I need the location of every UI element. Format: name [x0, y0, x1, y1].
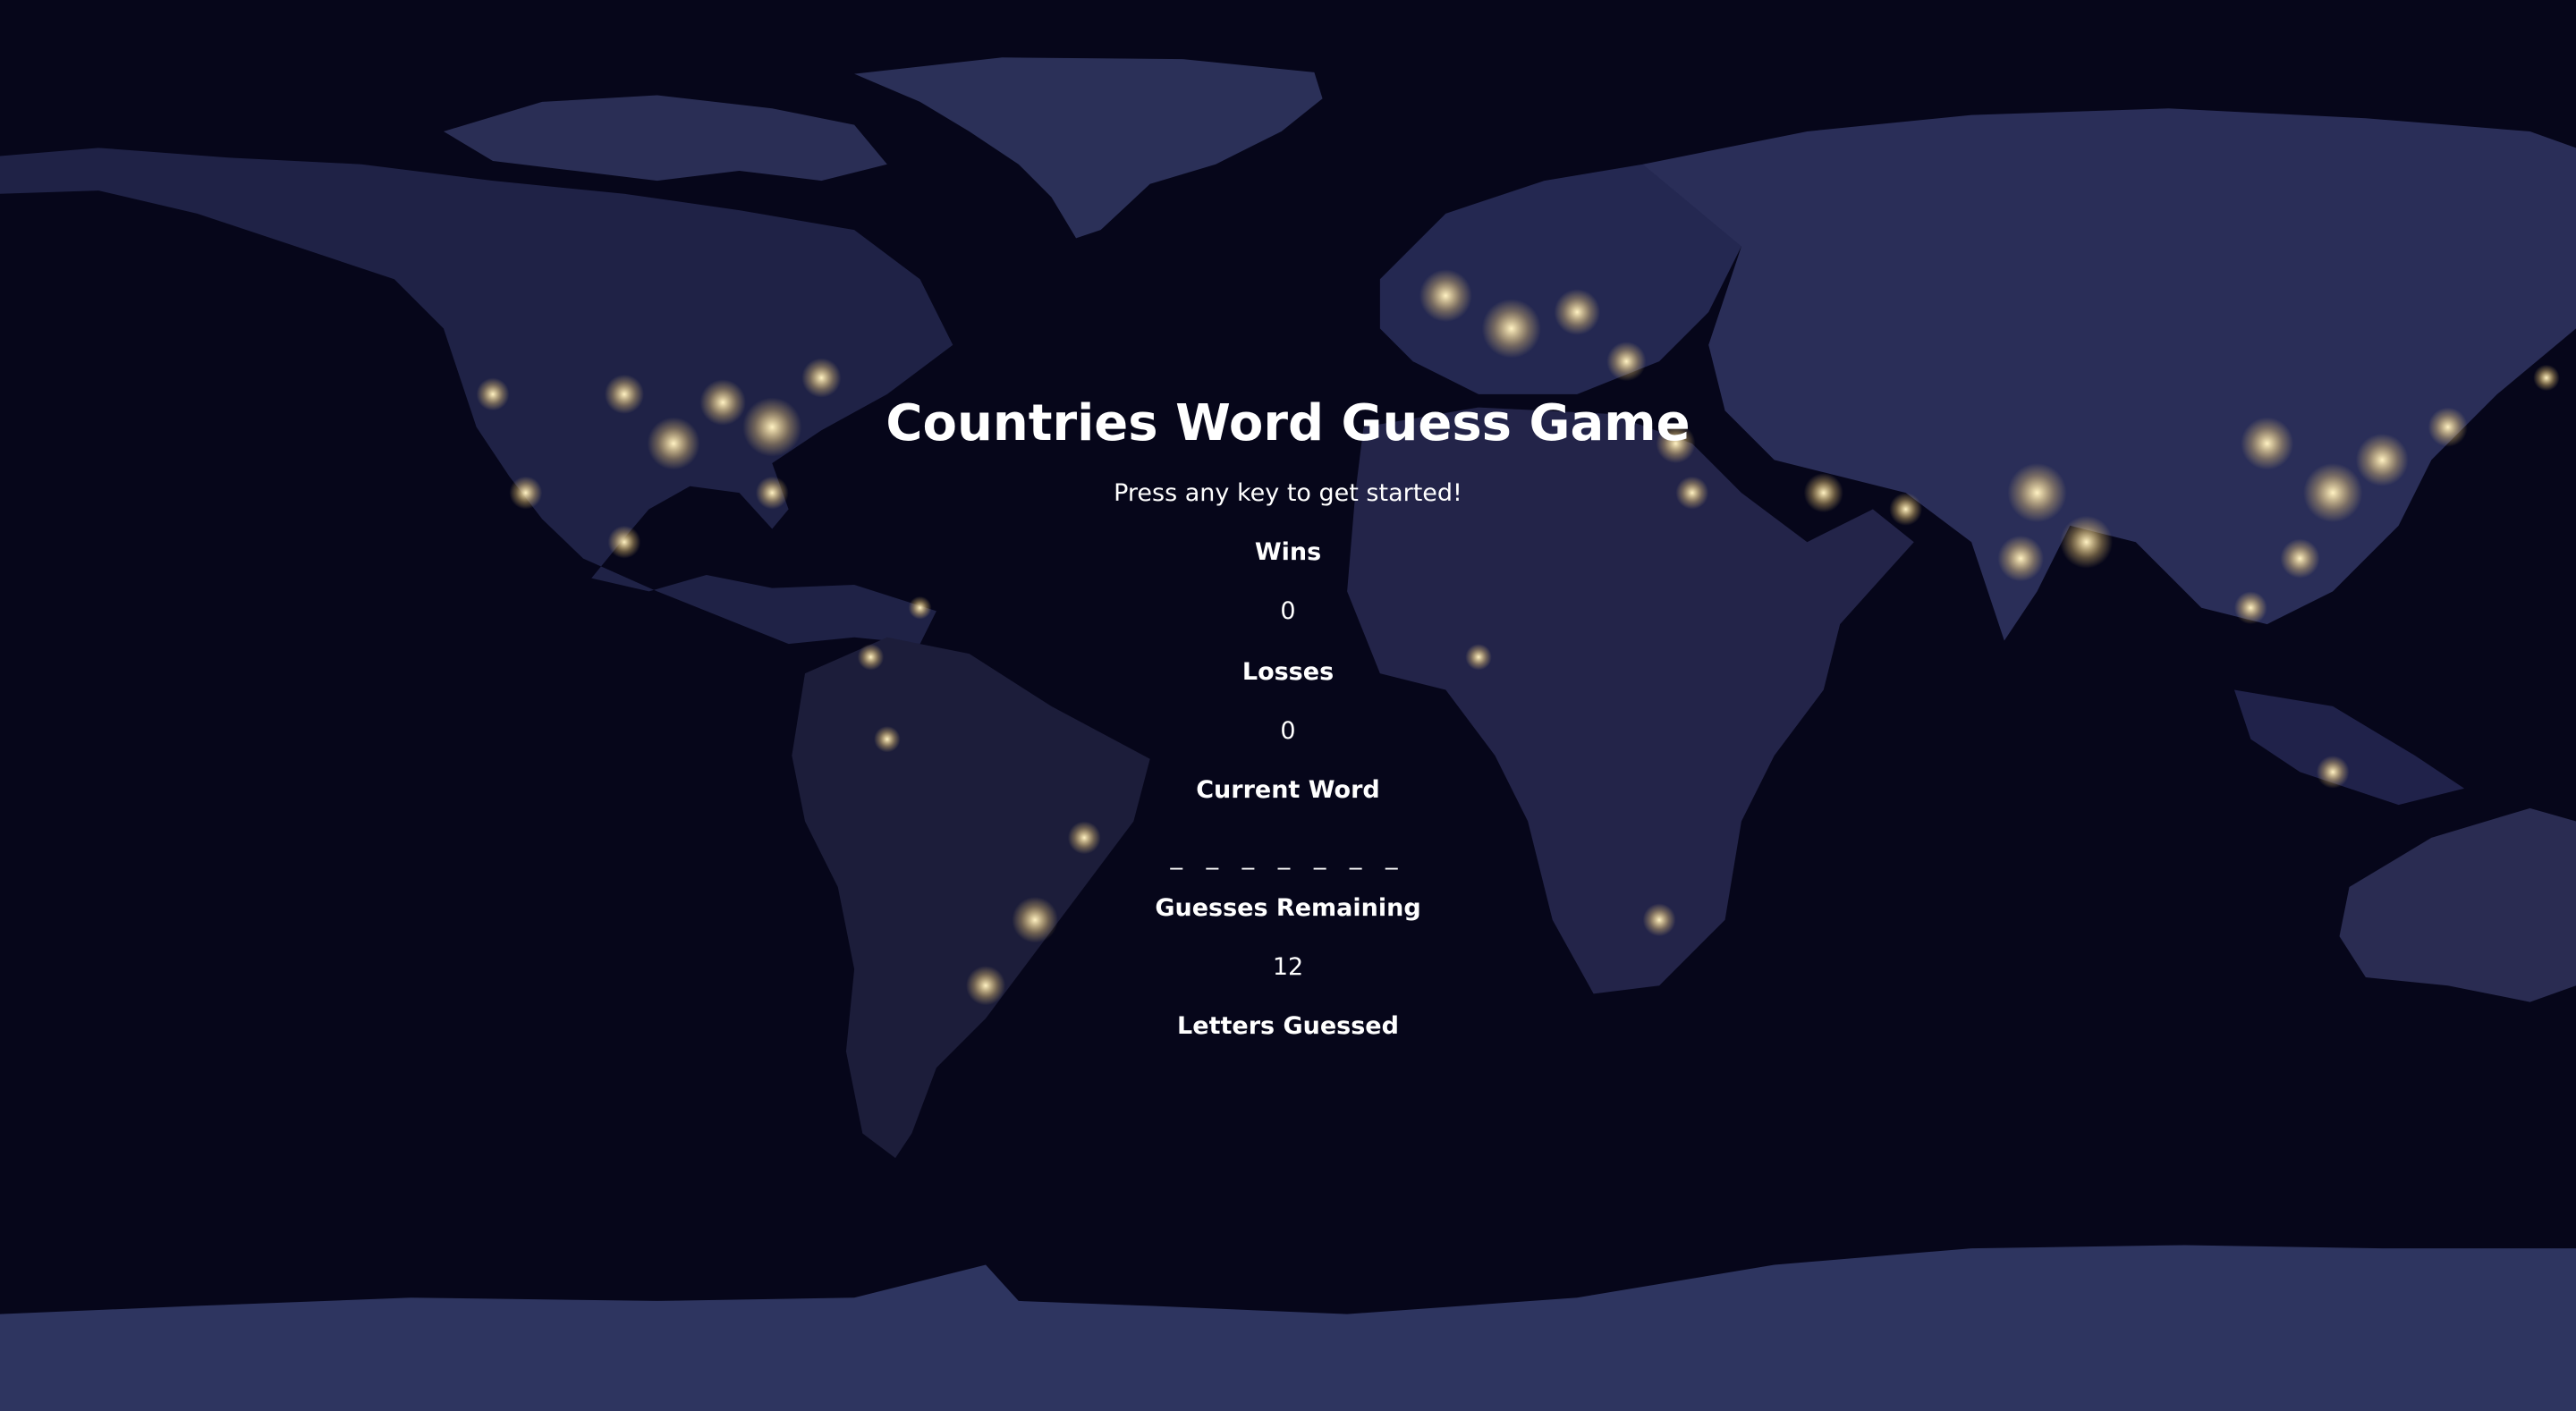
game-panel: Countries Word Guess Game Press any key …: [0, 0, 2576, 1411]
letters-guessed-label: Letters Guessed: [1177, 1012, 1399, 1040]
guesses-remaining-label: Guesses Remaining: [1155, 894, 1421, 922]
losses-count: 0: [1280, 717, 1296, 745]
current-word-blanks: _ _ _ _ _ _ _: [1170, 842, 1406, 870]
current-word-label: Current Word: [1196, 776, 1380, 804]
losses-label: Losses: [1241, 658, 1335, 686]
instructions-text: Press any key to get started!: [1114, 479, 1462, 507]
game-title: Countries Word Guess Game: [886, 394, 1690, 452]
guesses-remaining-count: 12: [1272, 953, 1304, 981]
wins-label: Wins: [1254, 538, 1322, 566]
wins-count: 0: [1280, 597, 1296, 625]
